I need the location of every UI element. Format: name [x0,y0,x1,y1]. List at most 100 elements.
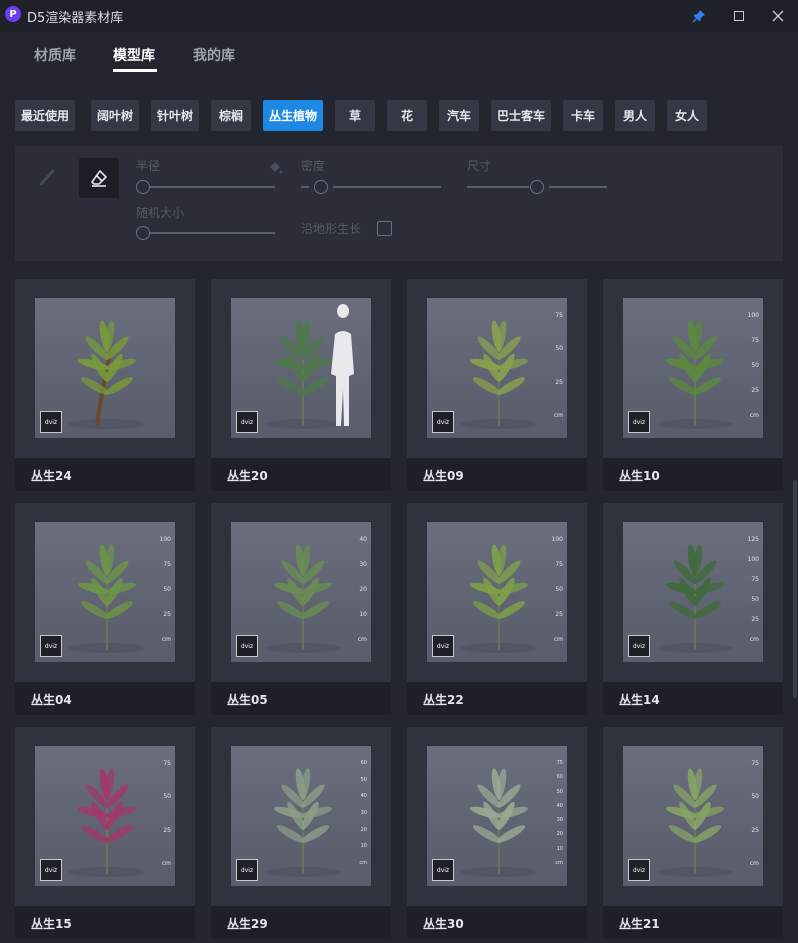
random-size-slider-handle[interactable] [136,226,150,240]
model-card[interactable]: 100 75 50 25 cm dviz 丛生22 [407,503,587,715]
model-thumbnail[interactable]: 100 75 50 25 cm dviz [35,522,175,662]
category-man[interactable]: 男人 [615,100,655,131]
ruler-tick-label: 100 [747,312,759,319]
ruler-tick-label: cm [357,636,367,643]
title-bar: P D5渲染器素材库 [0,0,798,32]
ruler-tick-label: 30 [359,561,367,568]
dviz-badge: dviz [40,859,62,881]
close-button[interactable] [768,6,788,26]
category-shrubs[interactable]: 丛生植物 [263,100,323,131]
radius-label: 半径 [136,159,161,173]
model-card[interactable]: 100 75 50 25 cm dviz 丛生04 [15,503,195,715]
model-card[interactable]: dviz 丛生24 [15,279,195,491]
ruler-tick-label: 25 [751,826,759,834]
ruler-tick-label: 75 [751,576,759,583]
ruler-tick-label: 50 [163,793,171,801]
paint-bucket-icon[interactable] [267,160,283,176]
ruler-tick-label: 50 [751,793,759,801]
model-thumbnail[interactable]: 60 50 40 30 20 10 cm dviz [231,746,371,886]
density-slider-track[interactable] [333,186,441,188]
model-card[interactable]: 75 50 25 cm dviz 丛生21 [603,727,783,939]
model-thumbnail[interactable]: dviz [231,298,371,438]
category-palm[interactable]: 棕榈 [211,100,251,131]
ruler-tick-label: 75 [163,561,171,568]
model-card[interactable]: 125 100 75 50 25 cm dviz 丛生14 [603,503,783,715]
brush-icon[interactable] [38,168,56,186]
tab-my-library[interactable]: 我的库 [193,45,235,65]
ruler-tick-label: 25 [555,378,563,386]
ruler-tick-label: 50 [556,788,563,795]
model-thumbnail[interactable]: 75 50 25 cm dviz [35,746,175,886]
ruler-tick-label: 50 [555,345,563,353]
model-thumbnail[interactable]: 100 75 50 25 cm dviz [427,522,567,662]
model-thumbnail[interactable]: 125 100 75 50 25 cm dviz [623,522,763,662]
ruler-tick-label: 100 [747,556,759,563]
model-card[interactable]: dviz 丛生20 [211,279,391,491]
ruler-tick-label: 100 [159,536,171,543]
pin-button[interactable] [689,6,709,26]
category-woman[interactable]: 女人 [667,100,707,131]
category-truck[interactable]: 卡车 [563,100,603,131]
dviz-badge: dviz [236,859,258,881]
scrollbar-thumb[interactable] [793,480,797,698]
model-card[interactable]: 40 30 20 10 cm dviz 丛生05 [211,503,391,715]
density-label: 密度 [301,159,326,173]
ruler-tick-label: cm [553,412,563,419]
model-thumbnail[interactable]: dviz [35,298,175,438]
category-grass[interactable]: 草 [335,100,375,131]
density-slider-handle[interactable] [314,180,328,194]
model-thumbnail[interactable]: 75 50 25 cm dviz [623,746,763,886]
tab-model-library[interactable]: 模型库 [113,45,155,65]
maximize-button[interactable] [729,6,749,26]
category-car[interactable]: 汽车 [439,100,479,131]
ruler-tick-label: 50 [555,586,563,593]
tab-material-library[interactable]: 材质库 [34,45,76,65]
model-name: 丛生30 [423,917,464,931]
radius-slider-track[interactable] [150,186,275,188]
dviz-badge: dviz [236,635,258,657]
model-card[interactable]: 60 50 40 30 20 10 cm dviz 丛生29 [211,727,391,939]
model-thumbnail[interactable]: 75 50 25 cm dviz [427,298,567,438]
ruler-tick-label: 40 [359,536,367,543]
ruler-tick-label: cm [749,636,759,643]
close-icon [772,10,784,22]
model-card[interactable]: 75 50 25 cm dviz 丛生09 [407,279,587,491]
eraser-button[interactable] [79,158,119,198]
model-card[interactable]: 75 60 50 40 30 20 10 cm dviz 丛生30 [407,727,587,939]
dviz-badge: dviz [40,635,62,657]
category-broadleaf[interactable]: 阔叶树 [91,100,139,131]
size-slider-track[interactable] [549,186,607,188]
terrain-growth-label: 沿地形生长 [301,222,362,236]
eraser-icon [91,170,107,187]
ruler-tick-label: cm [749,412,759,419]
category-bus[interactable]: 巴士客车 [491,100,551,131]
model-card[interactable]: 75 50 25 cm dviz 丛生15 [15,727,195,939]
model-card[interactable]: 100 75 50 25 cm dviz 丛生10 [603,279,783,491]
ruler-tick-label: 30 [360,810,367,816]
random-size-slider-track[interactable] [150,232,275,234]
ruler-tick-label: 50 [163,586,171,593]
category-flower[interactable]: 花 [387,100,427,131]
size-slider-handle[interactable] [530,180,544,194]
ruler-tick-label: cm [161,860,171,867]
dviz-badge: dviz [236,411,258,433]
ruler-tick-label: 30 [556,817,563,824]
model-thumbnail[interactable]: 75 60 50 40 30 20 10 cm dviz [427,746,567,886]
category-recent[interactable]: 最近使用 [15,100,75,131]
size-slider-track-left[interactable] [467,186,529,188]
model-name: 丛生22 [423,693,464,707]
app-logo-icon: P [5,6,21,22]
model-name: 丛生05 [227,693,268,707]
model-thumbnail[interactable]: 40 30 20 10 cm dviz [231,522,371,662]
radius-slider-handle[interactable] [136,180,150,194]
category-conifer[interactable]: 针叶树 [151,100,199,131]
brush-settings-panel [15,146,783,261]
terrain-growth-checkbox[interactable] [377,221,392,236]
model-thumbnail[interactable]: 100 75 50 25 cm dviz [623,298,763,438]
dviz-badge: dviz [432,411,454,433]
height-ruler: 100 75 50 25 cm [547,536,563,648]
height-ruler: 100 75 50 25 cm [743,312,759,424]
dviz-badge: dviz [628,859,650,881]
dviz-badge: dviz [628,411,650,433]
pin-icon [692,10,705,23]
